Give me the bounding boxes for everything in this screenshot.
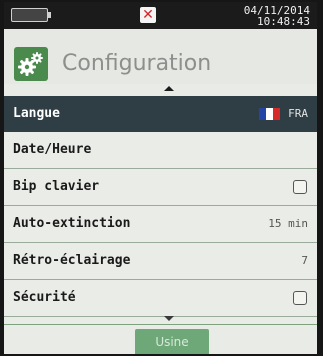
menu-item-label: Auto-extinction [13, 216, 131, 231]
menu-item-label: Bip clavier [13, 179, 100, 194]
flag-stripe-blue [259, 108, 266, 120]
menu-item-label: Langue [13, 106, 60, 121]
menu-item-langue[interactable]: Langue FRA [4, 96, 317, 132]
menu-item-retro-eclairage[interactable]: Rétro-éclairage 7 [4, 243, 317, 280]
menu-item-date-heure[interactable]: Date/Heure [4, 132, 317, 169]
menu-item-value: 7 [301, 254, 308, 267]
flag-stripe-red [273, 108, 280, 120]
page-title: Configuration [62, 51, 212, 76]
menu-item-label: Date/Heure [13, 142, 92, 157]
datetime-display: 04/11/2014 10:48:43 [244, 5, 310, 27]
gears-icon [14, 47, 48, 81]
page-header: Configuration [4, 29, 317, 84]
settings-list: Langue FRA Date/Heure Bip clavier Auto-e… [4, 96, 317, 317]
menu-item-label: Sécurité [13, 290, 76, 305]
time-text: 10:48:43 [257, 15, 310, 28]
french-flag-icon [259, 108, 280, 120]
menu-item-bip-clavier[interactable]: Bip clavier [4, 169, 317, 206]
scroll-up-icon[interactable] [164, 86, 174, 91]
menu-item-securite[interactable]: Sécurité [4, 280, 317, 317]
status-bar: ✕ 04/11/2014 10:48:43 [4, 2, 317, 29]
menu-item-auto-extinction[interactable]: Auto-extinction 15 min [4, 206, 317, 243]
scroll-down-icon[interactable] [164, 316, 174, 321]
menu-item-label: Rétro-éclairage [13, 253, 131, 268]
bip-clavier-checkbox[interactable] [293, 180, 307, 194]
battery-icon [11, 8, 51, 22]
securite-checkbox[interactable] [293, 291, 307, 305]
flag-stripe-white [266, 108, 273, 120]
device-screen: ✕ 04/11/2014 10:48:43 Configuration Lang… [4, 2, 317, 354]
divider [4, 324, 317, 325]
menu-item-value: FRA [288, 107, 308, 120]
close-icon[interactable]: ✕ [140, 7, 156, 23]
menu-item-value: 15 min [268, 217, 308, 230]
usine-button[interactable]: Usine [135, 329, 209, 354]
